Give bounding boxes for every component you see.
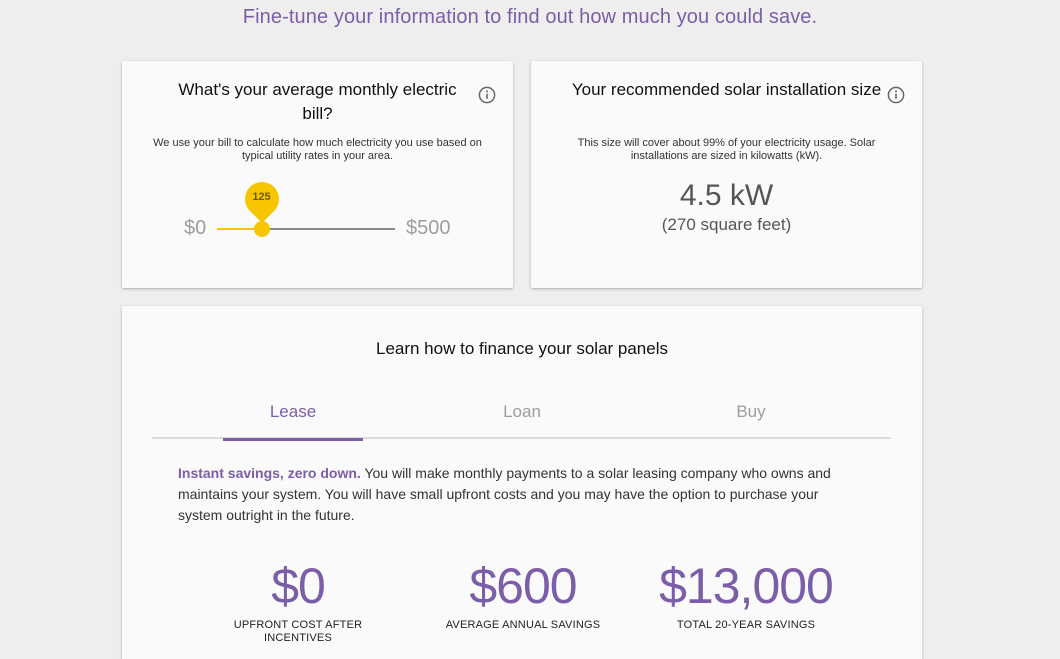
stat-value: $13,000 — [659, 558, 834, 614]
tab-loan[interactable]: Loan — [452, 402, 592, 439]
tab-buy[interactable]: Buy — [681, 402, 821, 439]
stat-total-savings: $13,000 TOTAL 20-YEAR SAVINGS — [646, 557, 846, 632]
stat-label: AVERAGE ANNUAL SAVINGS — [445, 619, 601, 631]
bill-slider-thumb[interactable] — [253, 221, 270, 237]
bill-slider-track[interactable] — [217, 228, 395, 230]
stat-value: $600 — [469, 558, 577, 614]
stat-annual-savings: $600 AVERAGE ANNUAL SAVINGS — [423, 557, 623, 632]
info-icon[interactable] — [478, 86, 496, 104]
size-card-description: This size will cover about 99% of your e… — [577, 137, 876, 162]
stat-upfront-cost: $0 UPFRONT COST AFTER INCENTIVES — [198, 557, 398, 645]
stat-label: UPFRONT COST AFTER INCENTIVES — [233, 619, 363, 644]
slider-max-label: $500 — [406, 217, 451, 239]
bill-card-description: We use your bill to calculate how much e… — [153, 137, 482, 162]
monthly-bill-card: What's your average monthly electric bil… — [122, 61, 513, 288]
slider-value-label: 125 — [252, 191, 271, 203]
slider-min-label: $0 — [184, 217, 207, 239]
installation-size-card: Your recommended solar installation size… — [531, 61, 922, 288]
finance-card: Learn how to finance your solar panels L… — [122, 306, 922, 659]
stat-label: TOTAL 20-YEAR SAVINGS — [676, 619, 816, 631]
finance-tabs: Lease Loan Buy — [152, 402, 891, 441]
finance-title: Learn how to finance your solar panels — [375, 339, 668, 358]
tab-label: Loan — [503, 402, 541, 421]
stat-value: $0 — [271, 558, 326, 614]
installation-area-value: (270 square feet) — [661, 215, 792, 234]
installation-size-value: 4.5 kW — [679, 179, 774, 212]
active-tab-indicator — [223, 438, 363, 441]
size-card-title: Your recommended solar installation size — [571, 80, 882, 99]
finance-description: Instant savings, zero down. You will mak… — [178, 463, 852, 526]
tab-label: Buy — [736, 402, 766, 421]
tab-label: Lease — [269, 402, 317, 421]
info-icon[interactable] — [887, 86, 905, 104]
page-headline: Fine-tune your information to find out h… — [242, 6, 818, 28]
tab-lease[interactable]: Lease — [223, 402, 363, 441]
finance-lead: Instant savings, zero down. — [178, 465, 361, 481]
bill-card-title: What's your average monthly electric bil… — [178, 80, 457, 123]
